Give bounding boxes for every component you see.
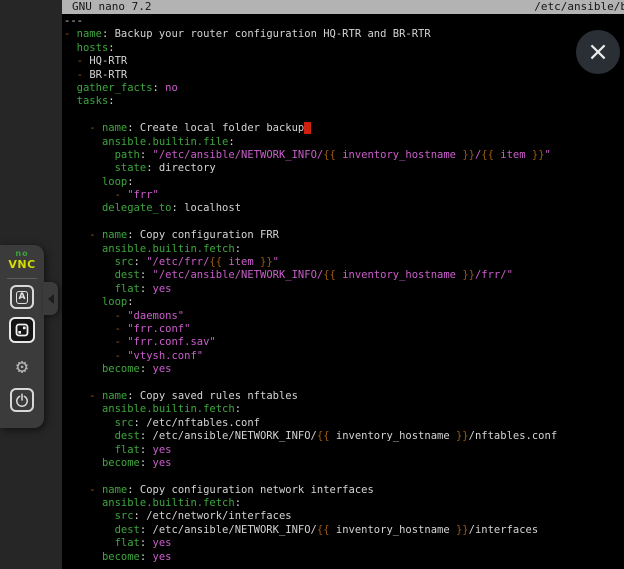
- code-line: become: yes: [64, 457, 557, 470]
- code-line: flat: yes: [64, 283, 557, 296]
- close-button[interactable]: ×: [576, 30, 620, 74]
- code-line: [64, 109, 557, 122]
- code-line: loop:: [64, 176, 557, 189]
- code-line: delegate_to: localhost: [64, 202, 557, 215]
- code-line: [64, 470, 557, 483]
- gear-icon: ⚙: [16, 354, 28, 378]
- code-line: - "vtysh.conf": [64, 350, 557, 363]
- chevron-left-icon: [48, 294, 54, 304]
- code-line: gather_facts: no: [64, 82, 557, 95]
- nano-titlebar: GNU nano 7.2 /etc/ansible/b: [62, 0, 624, 14]
- novnc-logo: no VNC: [0, 250, 44, 270]
- settings-button[interactable]: ⚙: [10, 355, 34, 377]
- panel-divider: [7, 278, 37, 279]
- screen: { "window": {"width": 624, "height": 569…: [0, 0, 624, 569]
- code-line: ansible.builtin.fetch:: [64, 403, 557, 416]
- code-line: - name: Create local folder backup: [64, 122, 557, 135]
- code-line: hosts:: [64, 42, 557, 55]
- novnc-logo-no: no: [0, 250, 44, 258]
- text-cursor: [304, 122, 310, 134]
- code-line: path: "/etc/ansible/NETWORK_INFO/{{ inve…: [64, 149, 557, 162]
- code-line: src: /etc/nftables.conf: [64, 417, 557, 430]
- vnc-control-panel: no VNC A ⚙: [0, 245, 44, 428]
- code-line: ansible.builtin.file:: [64, 136, 557, 149]
- code-line: ---: [64, 15, 557, 28]
- code-line: loop:: [64, 296, 557, 309]
- code-line: src: "/etc/frr/{{ item }}": [64, 256, 557, 269]
- nano-version-label: GNU nano 7.2: [72, 0, 151, 14]
- code-line: - name: Copy configuration network inter…: [64, 484, 557, 497]
- fullscreen-button[interactable]: [9, 317, 35, 343]
- panel-collapse-handle[interactable]: [43, 282, 58, 315]
- code-line: - "frr.conf.sav": [64, 336, 557, 349]
- code-line: - name: Copy configuration FRR: [64, 229, 557, 242]
- extra-keys-button[interactable]: A: [10, 285, 34, 309]
- code-line: - name: Backup your router configuration…: [64, 28, 557, 41]
- code-line: become: yes: [64, 551, 557, 564]
- code-line: dest: /etc/ansible/NETWORK_INFO/{{ inven…: [64, 430, 557, 443]
- keyboard-key-icon: A: [16, 291, 29, 304]
- close-icon: ×: [587, 39, 609, 65]
- editor-content[interactable]: ---- name: Backup your router configurat…: [64, 15, 557, 564]
- code-line: - name: Copy saved rules nftables: [64, 390, 557, 403]
- code-line: state: directory: [64, 162, 557, 175]
- code-line: dest: /etc/ansible/NETWORK_INFO/{{ inven…: [64, 524, 557, 537]
- code-line: - "daemons": [64, 310, 557, 323]
- code-line: src: /etc/network/interfaces: [64, 510, 557, 523]
- nano-filepath-label: /etc/ansible/b: [534, 0, 624, 14]
- code-line: [64, 216, 557, 229]
- code-line: tasks:: [64, 95, 557, 108]
- code-line: - BR-RTR: [64, 69, 557, 82]
- code-line: - "frr.conf": [64, 323, 557, 336]
- code-line: flat: yes: [64, 444, 557, 457]
- fullscreen-icon: [15, 323, 29, 337]
- code-line: - "frr": [64, 189, 557, 202]
- novnc-logo-vnc: VNC: [0, 259, 44, 270]
- terminal-window[interactable]: GNU nano 7.2 /etc/ansible/b ---- name: B…: [62, 0, 624, 569]
- code-line: dest: "/etc/ansible/NETWORK_INFO/{{ inve…: [64, 269, 557, 282]
- code-line: ansible.builtin.fetch:: [64, 497, 557, 510]
- power-button[interactable]: [10, 388, 34, 412]
- power-icon: [15, 393, 29, 407]
- code-line: ansible.builtin.fetch:: [64, 243, 557, 256]
- code-line: become: yes: [64, 363, 557, 376]
- code-line: - HQ-RTR: [64, 55, 557, 68]
- code-line: flat: yes: [64, 537, 557, 550]
- code-line: [64, 377, 557, 390]
